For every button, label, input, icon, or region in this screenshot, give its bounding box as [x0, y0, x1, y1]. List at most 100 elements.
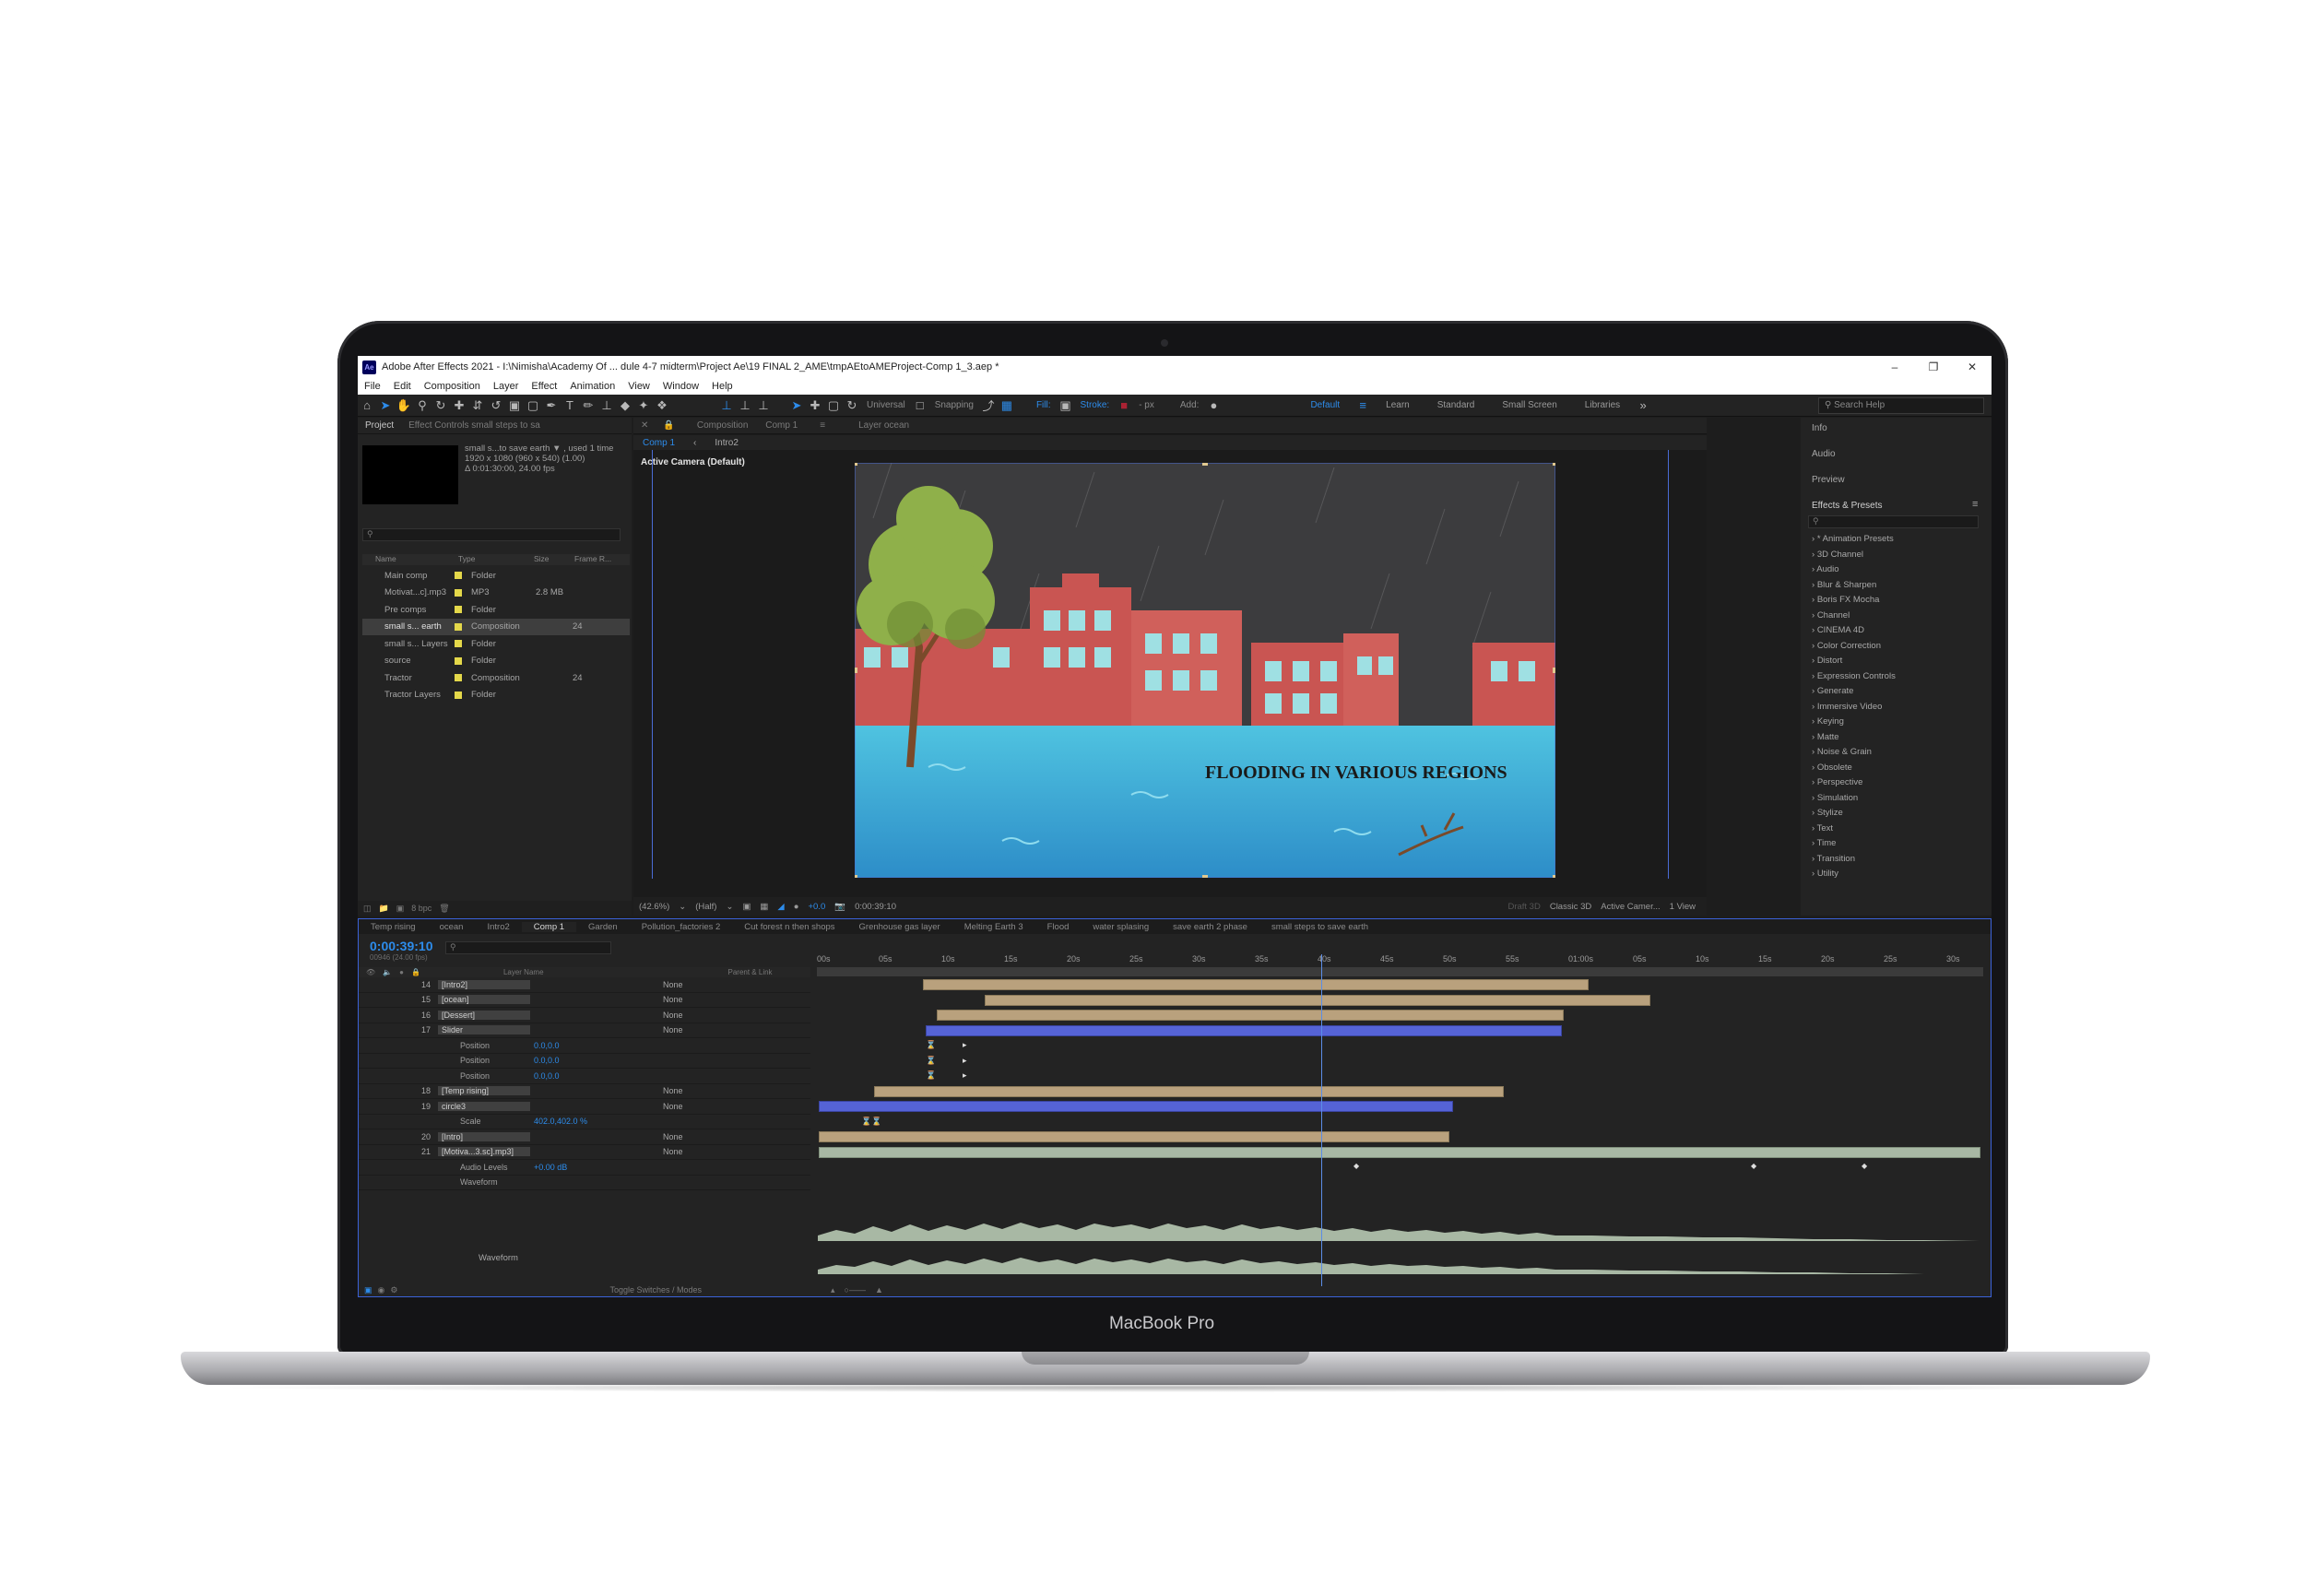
- list-item[interactable]: Main comp Folder: [362, 567, 630, 585]
- list-item[interactable]: › Boris FX Mocha: [1812, 593, 1913, 609]
- close-comp-tab-icon[interactable]: ✕: [633, 420, 656, 431]
- table-row[interactable]: 18 [Temp rising] None: [359, 1084, 810, 1099]
- list-item[interactable]: › Blur & Sharpen: [1812, 578, 1913, 594]
- table-row[interactable]: Waveform: [359, 1176, 810, 1190]
- keyframe-icon[interactable]: ⌛⌛: [861, 1117, 881, 1127]
- add-property-icon[interactable]: ●: [1204, 398, 1223, 412]
- camera-dropdown[interactable]: Active Camer...: [1601, 902, 1660, 912]
- tab-garden[interactable]: Garden: [576, 922, 630, 932]
- info-panel-title[interactable]: Info: [1812, 423, 1827, 433]
- list-item[interactable]: › Matte: [1812, 730, 1913, 746]
- menu-edit[interactable]: Edit: [387, 381, 418, 392]
- col-layer-name[interactable]: Layer Name: [503, 968, 544, 976]
- snap-options-icon[interactable]: ⤴: [979, 396, 998, 414]
- breadcrumb-intro2[interactable]: Intro2: [705, 438, 748, 448]
- layer-bar-circle3[interactable]: [819, 1101, 1453, 1112]
- list-item[interactable]: › Distort: [1812, 654, 1913, 669]
- selection-tool-icon[interactable]: ➤: [376, 398, 395, 413]
- tab-cut-forest[interactable]: Cut forest n then shops: [732, 922, 846, 932]
- list-item[interactable]: › Obsolete: [1812, 761, 1913, 776]
- current-time[interactable]: 0:00:39:10: [855, 902, 896, 912]
- draft-3d-toggle[interactable]: Draft 3D: [1507, 902, 1540, 912]
- panel-menu-icon[interactable]: ≡: [1972, 499, 1978, 510]
- list-item[interactable]: Motivat...c].mp3 MP3 2.8 MB: [362, 585, 630, 602]
- col-size[interactable]: Size: [534, 554, 574, 565]
- orbit-tool-icon[interactable]: ↻: [431, 398, 450, 413]
- table-row[interactable]: 20 [Intro] None: [359, 1129, 810, 1145]
- list-item[interactable]: Tractor Composition 24: [362, 669, 630, 687]
- layer-bar-slider[interactable]: [926, 1025, 1562, 1036]
- timeline-search-input[interactable]: ⚲: [445, 941, 611, 954]
- snap-grid-icon[interactable]: ▦: [998, 398, 1016, 413]
- table-row[interactable]: 19 circle3 None: [359, 1099, 810, 1115]
- workspace-small-screen[interactable]: Small Screen: [1488, 400, 1570, 410]
- menu-help[interactable]: Help: [705, 381, 739, 392]
- gizmo-rotate-icon[interactable]: ↻: [843, 398, 861, 413]
- view-axis-icon[interactable]: ⊥: [754, 398, 773, 413]
- layer-bar-audio[interactable]: [819, 1147, 1980, 1158]
- lock-icon[interactable]: 🔒: [656, 420, 681, 431]
- panel-menu-icon[interactable]: ≡: [812, 420, 833, 431]
- zoom-out-icon[interactable]: ▴: [831, 1285, 835, 1295]
- list-item[interactable]: › 3D Channel: [1812, 548, 1913, 563]
- magnification-dropdown[interactable]: (42.6%): [639, 902, 669, 912]
- brush-tool-icon[interactable]: ✏: [579, 398, 597, 413]
- tab-intro2[interactable]: Intro2: [475, 922, 521, 932]
- keyframe-icon[interactable]: ◆: [1751, 1162, 1756, 1170]
- project-search-input[interactable]: ⚲: [362, 528, 621, 541]
- tab-project[interactable]: Project: [358, 420, 401, 431]
- gizmo-scale-icon[interactable]: ▢: [824, 398, 843, 413]
- list-item[interactable]: › * Animation Presets: [1812, 532, 1913, 548]
- list-item[interactable]: small s... Layers Folder: [362, 635, 630, 653]
- table-row[interactable]: Position 0.0,0.0: [359, 1038, 810, 1054]
- work-area-bar[interactable]: [817, 967, 1983, 976]
- table-row[interactable]: 21 [Motiva...3.sc].mp3] None: [359, 1145, 810, 1160]
- exposure-value[interactable]: +0.0: [808, 902, 825, 912]
- table-row[interactable]: 16 [Dessert] None: [359, 1008, 810, 1023]
- list-item[interactable]: › Color Correction: [1812, 639, 1913, 655]
- gizmo-move-icon[interactable]: ✚: [806, 398, 824, 413]
- lock-icon[interactable]: 🔒: [411, 968, 420, 976]
- list-item[interactable]: › Keying: [1812, 715, 1913, 730]
- clone-tool-icon[interactable]: ⊥: [597, 398, 616, 413]
- list-item[interactable]: › Immersive Video: [1812, 700, 1913, 715]
- menu-window[interactable]: Window: [656, 381, 705, 392]
- bpc-label[interactable]: 8 bpc: [411, 904, 431, 913]
- tab-greenhouse-gas[interactable]: Grenhouse gas layer: [847, 922, 952, 932]
- table-row[interactable]: 14 [Intro2] None: [359, 977, 810, 993]
- tab-effect-controls[interactable]: Effect Controls small steps to sa: [401, 420, 548, 431]
- solo-icon[interactable]: ●: [399, 968, 404, 976]
- close-icon[interactable]: ✕: [1953, 356, 1992, 378]
- list-item[interactable]: › Transition: [1812, 852, 1913, 868]
- breadcrumb-comp1[interactable]: Comp 1: [633, 438, 684, 448]
- new-comp-icon[interactable]: ▣: [396, 904, 405, 914]
- mask-visibility-icon[interactable]: ◢: [777, 902, 784, 912]
- effects-presets-title[interactable]: Effects & Presets: [1812, 501, 1883, 511]
- tab-melting-earth[interactable]: Melting Earth 3: [952, 922, 1035, 932]
- tab-water-splasing[interactable]: water splasing: [1081, 922, 1161, 932]
- transparency-grid-icon[interactable]: ▦: [760, 902, 768, 912]
- fill-label[interactable]: Fill:: [1031, 400, 1057, 410]
- keyframe-icon[interactable]: ⌛: [926, 1070, 936, 1081]
- interpret-footage-icon[interactable]: ◫: [363, 904, 372, 914]
- layer-bar-temp-rising[interactable]: [874, 1086, 1504, 1097]
- type-tool-icon[interactable]: T: [561, 398, 579, 412]
- tab-ocean[interactable]: ocean: [428, 922, 476, 932]
- tab-comp-1[interactable]: Comp 1: [521, 921, 577, 932]
- render-time-icon[interactable]: ◉: [378, 1285, 385, 1295]
- list-item[interactable]: › Audio: [1812, 562, 1913, 578]
- pan-tool-icon[interactable]: ✚: [450, 398, 468, 413]
- comp-flowchart-icon[interactable]: ▣: [364, 1285, 372, 1295]
- stroke-width[interactable]: - px: [1133, 400, 1160, 410]
- workspace-libraries[interactable]: Libraries: [1571, 400, 1634, 410]
- list-item[interactable]: › Stylize: [1812, 806, 1913, 822]
- views-dropdown[interactable]: 1 View: [1670, 902, 1696, 912]
- list-item[interactable]: › Noise & Grain: [1812, 745, 1913, 761]
- table-row[interactable]: Scale 402.0,402.0 %: [359, 1115, 810, 1129]
- puppet-tool-icon[interactable]: ❖: [653, 398, 671, 413]
- comp-frame[interactable]: FLOODING IN VARIOUS REGIONS: [855, 463, 1555, 878]
- local-axis-icon[interactable]: ⊥: [717, 398, 736, 413]
- keyframe-icon[interactable]: ◆: [1353, 1162, 1359, 1170]
- minimize-icon[interactable]: –: [1875, 356, 1914, 378]
- tab-pollution-factories[interactable]: Pollution_factories 2: [630, 922, 733, 932]
